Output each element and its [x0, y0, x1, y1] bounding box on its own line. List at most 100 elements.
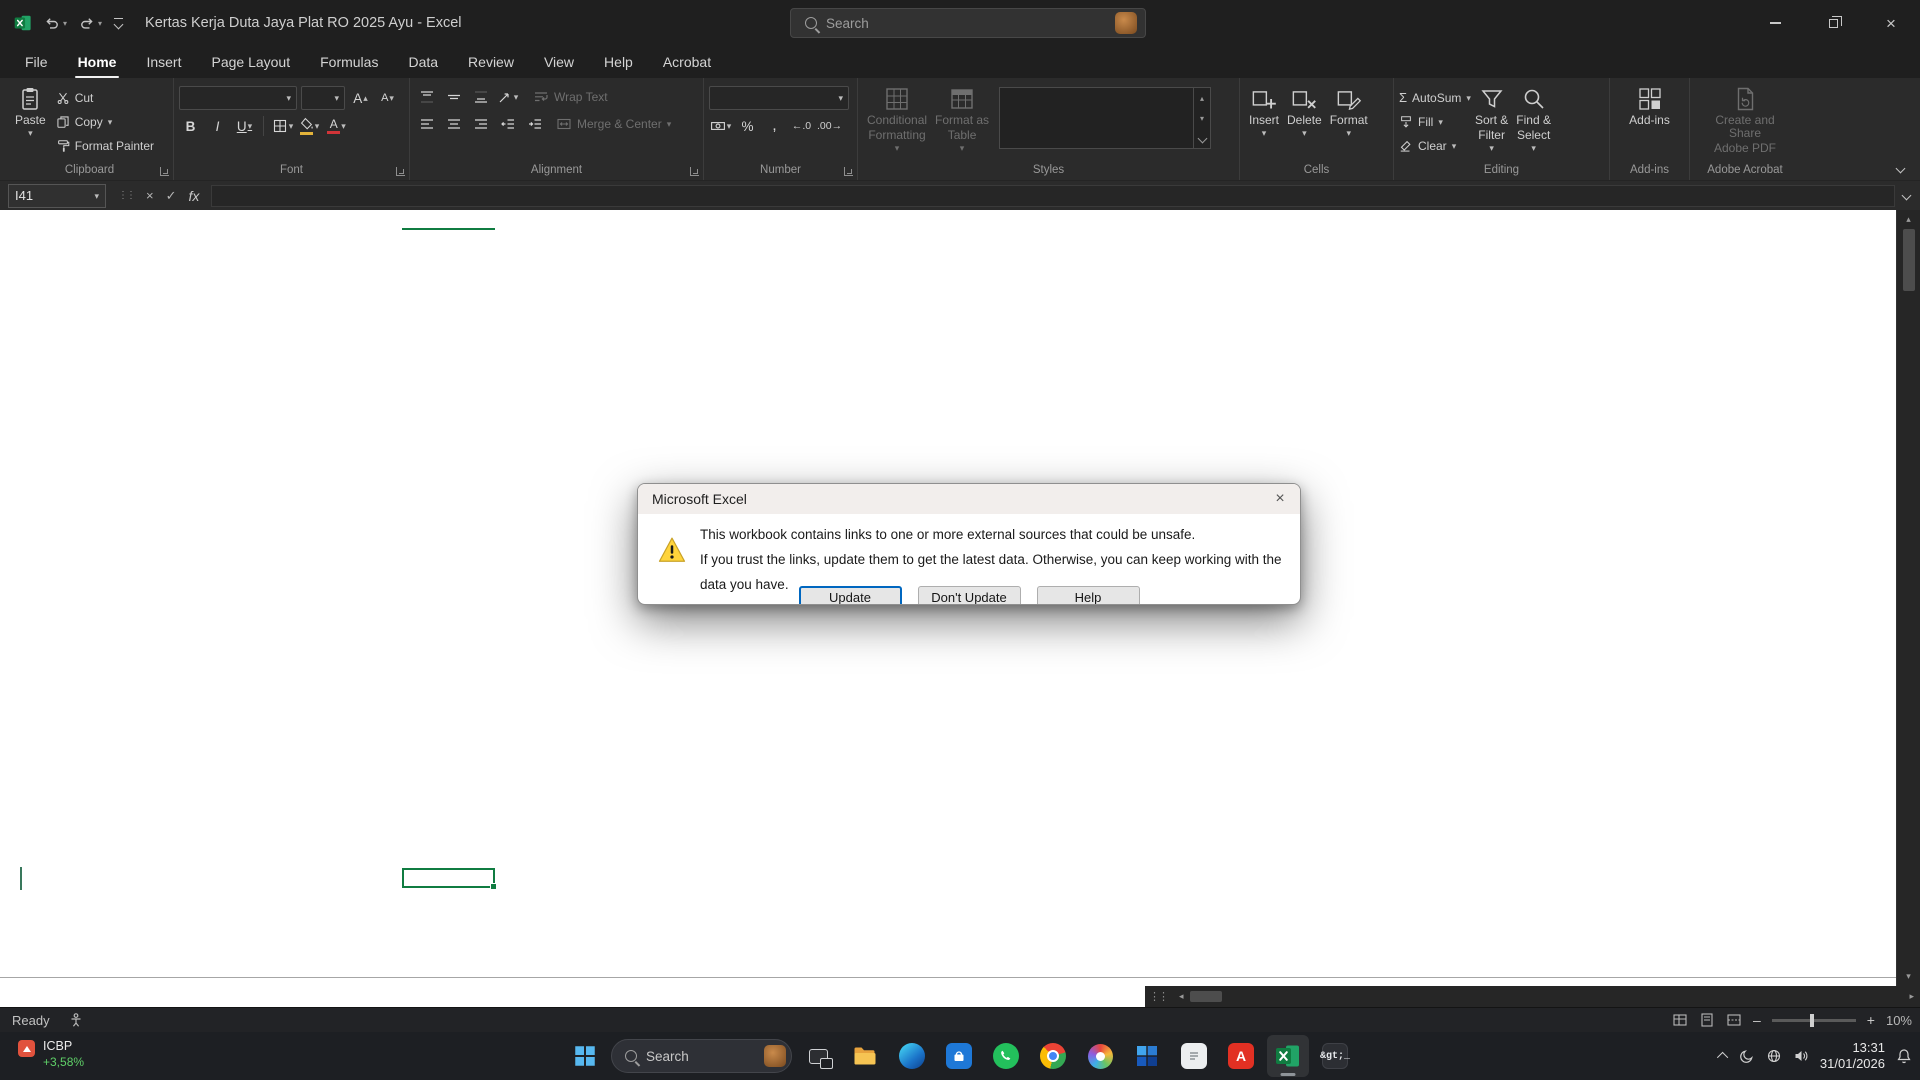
task-view-button[interactable] [797, 1035, 839, 1077]
format-as-table-button[interactable]: Format as Table ▾ [931, 81, 993, 162]
formula-input[interactable] [211, 185, 1895, 207]
fill-button[interactable]: Fill▾ [1399, 112, 1471, 132]
align-bottom-button[interactable] [469, 86, 492, 108]
align-top-button[interactable] [415, 86, 438, 108]
merge-center-button[interactable]: Merge & Center▾ [556, 114, 671, 134]
customize-qat-button[interactable] [114, 18, 123, 29]
align-center-button[interactable] [442, 113, 465, 135]
gallery-down-arrow[interactable]: ▾ [1200, 114, 1204, 123]
insert-cells-button[interactable]: Insert ▾ [1245, 81, 1283, 162]
gallery-up-arrow[interactable]: ▴ [1200, 94, 1204, 103]
redo-button[interactable]: ▾ [79, 15, 102, 31]
font-dialog-launcher[interactable] [396, 167, 405, 176]
normal-view-icon[interactable] [1672, 1012, 1688, 1028]
tab-view[interactable]: View [529, 46, 589, 78]
copy-caret[interactable]: ▾ [108, 118, 113, 126]
page-layout-view-icon[interactable] [1699, 1012, 1715, 1028]
notifications-bell-icon[interactable] [1896, 1048, 1912, 1064]
orientation-button[interactable]: ▾ [496, 86, 519, 108]
tab-insert[interactable]: Insert [131, 46, 196, 78]
font-name-caret[interactable]: ▾ [286, 94, 291, 102]
taskbar-clock[interactable]: 13:31 31/01/2026 [1820, 1040, 1885, 1072]
taskbar-search-box[interactable]: Search [611, 1039, 792, 1073]
align-left-button[interactable] [415, 113, 438, 135]
increase-font-size-button[interactable]: A▴ [349, 87, 372, 109]
volume-icon[interactable] [1793, 1048, 1809, 1064]
merge-center-caret[interactable]: ▾ [667, 120, 672, 128]
chrome-button[interactable] [1032, 1035, 1074, 1077]
percent-style-button[interactable]: % [736, 115, 759, 137]
fill-color-button[interactable]: ▾ [298, 115, 321, 137]
redo-caret[interactable]: ▾ [98, 19, 102, 28]
format-painter-button[interactable]: Format Painter [56, 136, 154, 156]
scroll-right-arrow[interactable]: ▸ [1903, 991, 1920, 1002]
comma-style-button[interactable]: , [763, 115, 786, 137]
microsoft-365-button[interactable] [1126, 1035, 1168, 1077]
font-name-combo[interactable]: ▾ [179, 86, 297, 110]
scrollbar-resize-grip[interactable]: ⋮⋮ [1145, 990, 1173, 1003]
scroll-down-arrow[interactable]: ▾ [1906, 967, 1911, 986]
notepad-button[interactable] [1173, 1035, 1215, 1077]
dialog-title-bar[interactable]: Microsoft Excel × [638, 484, 1300, 514]
accounting-format-button[interactable]: ▾ [709, 115, 732, 137]
dialog-close-button[interactable]: × [1260, 484, 1300, 514]
fill-caret[interactable]: ▾ [1438, 118, 1443, 126]
accessibility-icon[interactable] [68, 1012, 84, 1028]
paste-button[interactable]: Paste ▾ [11, 81, 50, 162]
autosum-button[interactable]: ΣAutoSum▾ [1399, 88, 1471, 108]
tab-home[interactable]: Home [63, 46, 132, 78]
clear-button[interactable]: Clear▾ [1399, 136, 1471, 156]
undo-caret[interactable]: ▾ [63, 19, 67, 28]
file-explorer-button[interactable] [844, 1035, 886, 1077]
number-format-caret[interactable]: ▾ [838, 94, 843, 102]
sheet-tab-strip[interactable] [0, 986, 1145, 1007]
find-select-button[interactable]: Find & Select ▾ [1512, 81, 1555, 162]
decrease-font-size-button[interactable]: A▾ [376, 87, 399, 109]
font-color-button[interactable]: A▾ [325, 115, 348, 137]
terminal-button[interactable]: &gt;_ [1314, 1035, 1356, 1077]
number-dialog-launcher[interactable] [844, 167, 853, 176]
collapse-ribbon-chevron[interactable] [1896, 164, 1906, 174]
wrap-text-button[interactable]: Wrap Text [533, 87, 608, 107]
photos-button[interactable] [1079, 1035, 1121, 1077]
clear-caret[interactable]: ▾ [1452, 142, 1457, 150]
decrease-indent-button[interactable] [496, 113, 519, 135]
italic-button[interactable]: I [206, 115, 229, 137]
font-size-caret[interactable]: ▾ [334, 94, 339, 102]
font-size-combo[interactable]: ▾ [301, 86, 345, 110]
sort-filter-caret[interactable]: ▾ [1489, 144, 1494, 152]
delete-cells-caret[interactable]: ▾ [1302, 129, 1307, 137]
zoom-in-button[interactable]: + [1867, 1012, 1875, 1028]
network-globe-icon[interactable] [1766, 1048, 1782, 1064]
scroll-up-arrow[interactable]: ▴ [1906, 210, 1911, 229]
tab-page-layout[interactable]: Page Layout [196, 46, 305, 78]
copy-button[interactable]: Copy▾ [56, 112, 154, 132]
acrobat-button[interactable]: A [1220, 1035, 1262, 1077]
increase-indent-button[interactable] [523, 113, 546, 135]
borders-caret[interactable]: ▾ [289, 122, 294, 130]
tab-review[interactable]: Review [453, 46, 529, 78]
enter-button[interactable]: ✓ [166, 188, 177, 204]
cut-button[interactable]: Cut [56, 88, 154, 108]
conditional-formatting-caret[interactable]: ▾ [895, 144, 900, 152]
insert-function-button[interactable]: fx [189, 188, 200, 204]
tab-acrobat[interactable]: Acrobat [648, 46, 726, 78]
cell-styles-gallery-scroll[interactable]: ▴ ▾ [1193, 88, 1210, 148]
underline-button[interactable]: U▾ [233, 115, 256, 137]
zoom-out-button[interactable]: – [1753, 1012, 1761, 1028]
decrease-decimal-button[interactable]: .00→ [817, 115, 842, 137]
name-box-caret[interactable]: ▾ [94, 192, 99, 200]
alignment-dialog-launcher[interactable] [690, 167, 699, 176]
hidden-icons-chevron[interactable] [1717, 1052, 1728, 1063]
bing-daily-image[interactable] [764, 1045, 786, 1067]
titlebar-search-box[interactable]: Search [790, 8, 1146, 38]
number-format-combo[interactable]: ▾ [709, 86, 849, 110]
clipboard-dialog-launcher[interactable] [160, 167, 169, 176]
vertical-scrollbar[interactable]: ▴ ▾ [1896, 210, 1920, 986]
borders-button[interactable]: ▾ [271, 115, 294, 137]
horizontal-scrollbar[interactable]: ⋮⋮ ◂ ▸ [1145, 986, 1920, 1007]
edge-button[interactable] [891, 1035, 933, 1077]
align-right-button[interactable] [469, 113, 492, 135]
undo-button[interactable]: ▾ [44, 15, 67, 31]
restore-button[interactable] [1804, 0, 1862, 46]
